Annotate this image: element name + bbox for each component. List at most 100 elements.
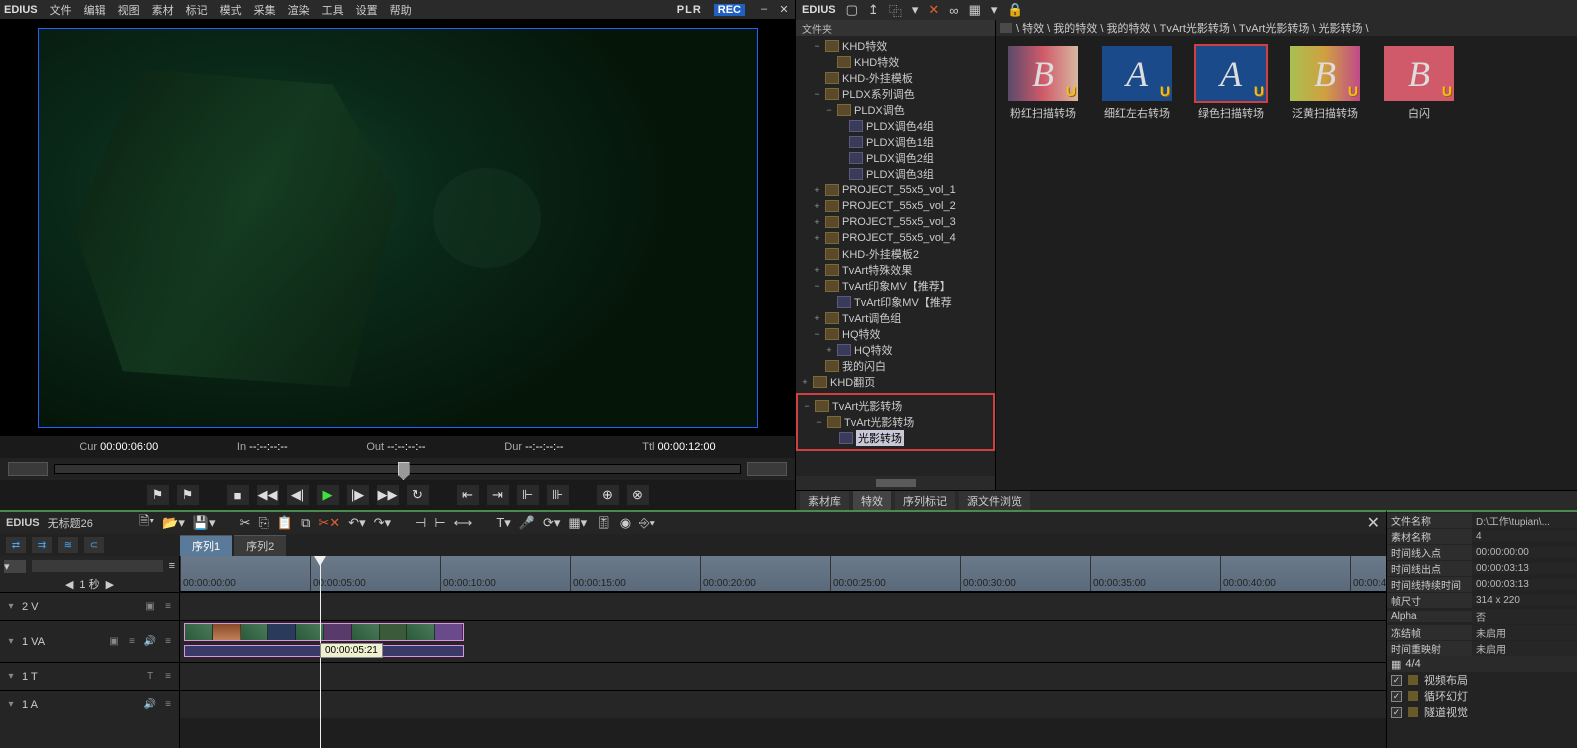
tab-source[interactable]: 源文件浏览 xyxy=(959,491,1030,511)
lane-1a[interactable] xyxy=(180,690,1386,718)
play-icon[interactable]: ▶ xyxy=(317,485,339,505)
trim-out-icon[interactable]: ⊢ xyxy=(434,515,445,531)
timeline-close-icon[interactable]: ✕ xyxy=(1367,513,1380,533)
forward-icon[interactable]: ▶▶ xyxy=(377,485,399,505)
tree-node[interactable]: 我的闪白 xyxy=(796,358,995,374)
paste2-icon[interactable]: ⧉ xyxy=(301,515,310,531)
tree-node[interactable]: +TvArt调色组 xyxy=(796,310,995,326)
tab-effects[interactable]: 特效 xyxy=(853,491,891,511)
menu-clip[interactable]: 素材 xyxy=(152,2,174,18)
tree-node[interactable]: −PLDX系列调色 xyxy=(796,86,995,102)
tab-markers[interactable]: 序列标记 xyxy=(895,491,955,511)
render-icon[interactable]: ⟳▾ xyxy=(543,515,560,531)
tree-scrollbar[interactable] xyxy=(796,476,995,490)
track-header[interactable]: ▾1 VA▣≡🔊≡ xyxy=(0,620,179,662)
lock-icon[interactable]: 🔒 xyxy=(1007,2,1023,18)
copy-icon[interactable]: ⎘ xyxy=(258,515,268,531)
tree-node[interactable]: +PROJECT_55x5_vol_3 xyxy=(796,214,995,230)
prev-edit-icon[interactable]: ⊩ xyxy=(517,485,539,505)
next-frame-icon[interactable]: |▶ xyxy=(347,485,369,505)
rewind-icon[interactable]: ◀◀ xyxy=(257,485,279,505)
effect-thumb[interactable]: BU白闪 xyxy=(1384,46,1454,121)
menu-help[interactable]: 帮助 xyxy=(390,2,412,18)
scrub-left[interactable] xyxy=(8,462,48,476)
tree-node[interactable]: +PROJECT_55x5_vol_4 xyxy=(796,230,995,246)
mode-2-icon[interactable]: ⇉ xyxy=(32,537,52,553)
tree-node[interactable]: PLDX调色1组 xyxy=(796,134,995,150)
prop-check[interactable]: ✓视频布局 xyxy=(1387,672,1577,688)
scrub-right[interactable] xyxy=(747,462,787,476)
tracks-body[interactable]: 00:00:00:0000:00:05:0000:00:10:0000:00:1… xyxy=(180,556,1386,748)
tree-node[interactable]: −TvArt印象MV【推荐】 xyxy=(796,278,995,294)
out-icon[interactable]: ⎆▾ xyxy=(639,515,655,531)
overwrite-icon[interactable]: ⊗ xyxy=(627,485,649,505)
zoom-next-icon[interactable]: ▶ xyxy=(106,578,114,591)
menu-render[interactable]: 渲染 xyxy=(288,2,310,18)
split-icon[interactable]: ⟷ xyxy=(454,515,473,531)
tree-node[interactable]: KHD-外挂模板2 xyxy=(796,246,995,262)
tree-node[interactable]: −HQ特效 xyxy=(796,326,995,342)
undo-icon[interactable]: ↶▾ xyxy=(348,515,365,531)
zoom-slider[interactable] xyxy=(32,560,163,572)
tree-node[interactable]: +TvArt特殊效果 xyxy=(796,262,995,278)
export-icon[interactable]: ▦▾ xyxy=(568,515,587,531)
tree-node[interactable]: KHD特效 xyxy=(796,54,995,70)
seq-tab-1[interactable]: 序列1 xyxy=(180,535,232,556)
tree-node[interactable]: KHD-外挂模板 xyxy=(796,70,995,86)
track-header[interactable]: ▾1 TT≡ xyxy=(0,662,179,690)
stop-icon[interactable]: ■ xyxy=(227,485,249,505)
folder-open-icon[interactable]: ▢ xyxy=(846,2,858,18)
menu-edit[interactable]: 编辑 xyxy=(84,2,106,18)
in-flag-icon[interactable]: ⚑ xyxy=(147,485,169,505)
open-icon[interactable]: 📂▾ xyxy=(162,515,185,531)
dropdown2-icon[interactable]: ▾ xyxy=(991,2,998,18)
tree-node[interactable]: −KHD特效 xyxy=(796,38,995,54)
dropdown-icon[interactable]: ▾ xyxy=(912,2,919,18)
scrub-track[interactable] xyxy=(54,464,741,474)
paste-icon[interactable]: 📋 xyxy=(277,515,293,531)
loop-icon[interactable]: ↻ xyxy=(407,485,429,505)
effect-thumb[interactable]: AU绿色扫描转场 xyxy=(1196,46,1266,121)
menu-view[interactable]: 视图 xyxy=(118,2,140,18)
track-header[interactable]: ▾2 V▣≡ xyxy=(0,592,179,620)
title-icon[interactable]: T▾ xyxy=(496,515,510,531)
tree-node[interactable]: PLDX调色4组 xyxy=(796,118,995,134)
video-clip[interactable] xyxy=(184,623,464,641)
tree-node[interactable]: +PROJECT_55x5_vol_2 xyxy=(796,198,995,214)
zoom-prev-icon[interactable]: ◀ xyxy=(65,578,73,591)
ruler[interactable]: 00:00:00:0000:00:05:0000:00:10:0000:00:1… xyxy=(180,556,1386,592)
lane-1va[interactable]: 00:00:05:21 xyxy=(180,620,1386,662)
options-icon[interactable]: ≡ xyxy=(169,560,175,572)
scope-icon[interactable]: ◉ xyxy=(620,515,631,531)
close-icon[interactable]: ✕ xyxy=(777,3,791,16)
redo-icon[interactable]: ↷▾ xyxy=(374,515,391,531)
grid-icon[interactable]: ▦ xyxy=(969,2,981,18)
next-edit-icon[interactable]: ⊪ xyxy=(547,485,569,505)
voice-icon[interactable]: 🎤 xyxy=(519,515,535,531)
prop-check[interactable]: ✓循环幻灯 xyxy=(1387,688,1577,704)
menu-mode[interactable]: 模式 xyxy=(220,2,242,18)
link-icon[interactable]: ∞ xyxy=(949,3,958,18)
tree-node[interactable]: +KHD翻页 xyxy=(796,374,995,390)
tree-node[interactable]: +HQ特效 xyxy=(796,342,995,358)
effect-thumb[interactable]: AU细红左右转场 xyxy=(1102,46,1172,121)
track-header[interactable]: ▾1 A🔊≡ xyxy=(0,690,179,718)
menu-settings[interactable]: 设置 xyxy=(356,2,378,18)
vtoggle-icon[interactable]: ▾ xyxy=(4,560,26,573)
prop-check[interactable]: ✓隧道视觉 xyxy=(1387,704,1577,720)
tree-node[interactable]: PLDX调色3组 xyxy=(796,166,995,182)
snap-icon[interactable]: ⊂ xyxy=(84,537,104,553)
effect-thumb[interactable]: BU粉红扫描转场 xyxy=(1008,46,1078,121)
mixer-icon[interactable]: 🎚 xyxy=(595,515,612,531)
effect-thumb[interactable]: BU泛黄扫描转场 xyxy=(1290,46,1360,121)
menu-tools[interactable]: 工具 xyxy=(322,2,344,18)
goto-in-icon[interactable]: ⇤ xyxy=(457,485,479,505)
new-icon[interactable]: 🗎▾ xyxy=(139,512,154,534)
tree-node[interactable]: −TvArt光影转场 xyxy=(798,414,993,430)
up-icon[interactable]: ↥ xyxy=(868,2,879,18)
save-icon[interactable]: 💾▾ xyxy=(193,515,216,531)
insert-icon[interactable]: ⊕ xyxy=(597,485,619,505)
lane-2v[interactable] xyxy=(180,592,1386,620)
tree-node[interactable]: −TvArt光影转场 xyxy=(798,398,993,414)
tab-bin[interactable]: 素材库 xyxy=(800,491,849,511)
